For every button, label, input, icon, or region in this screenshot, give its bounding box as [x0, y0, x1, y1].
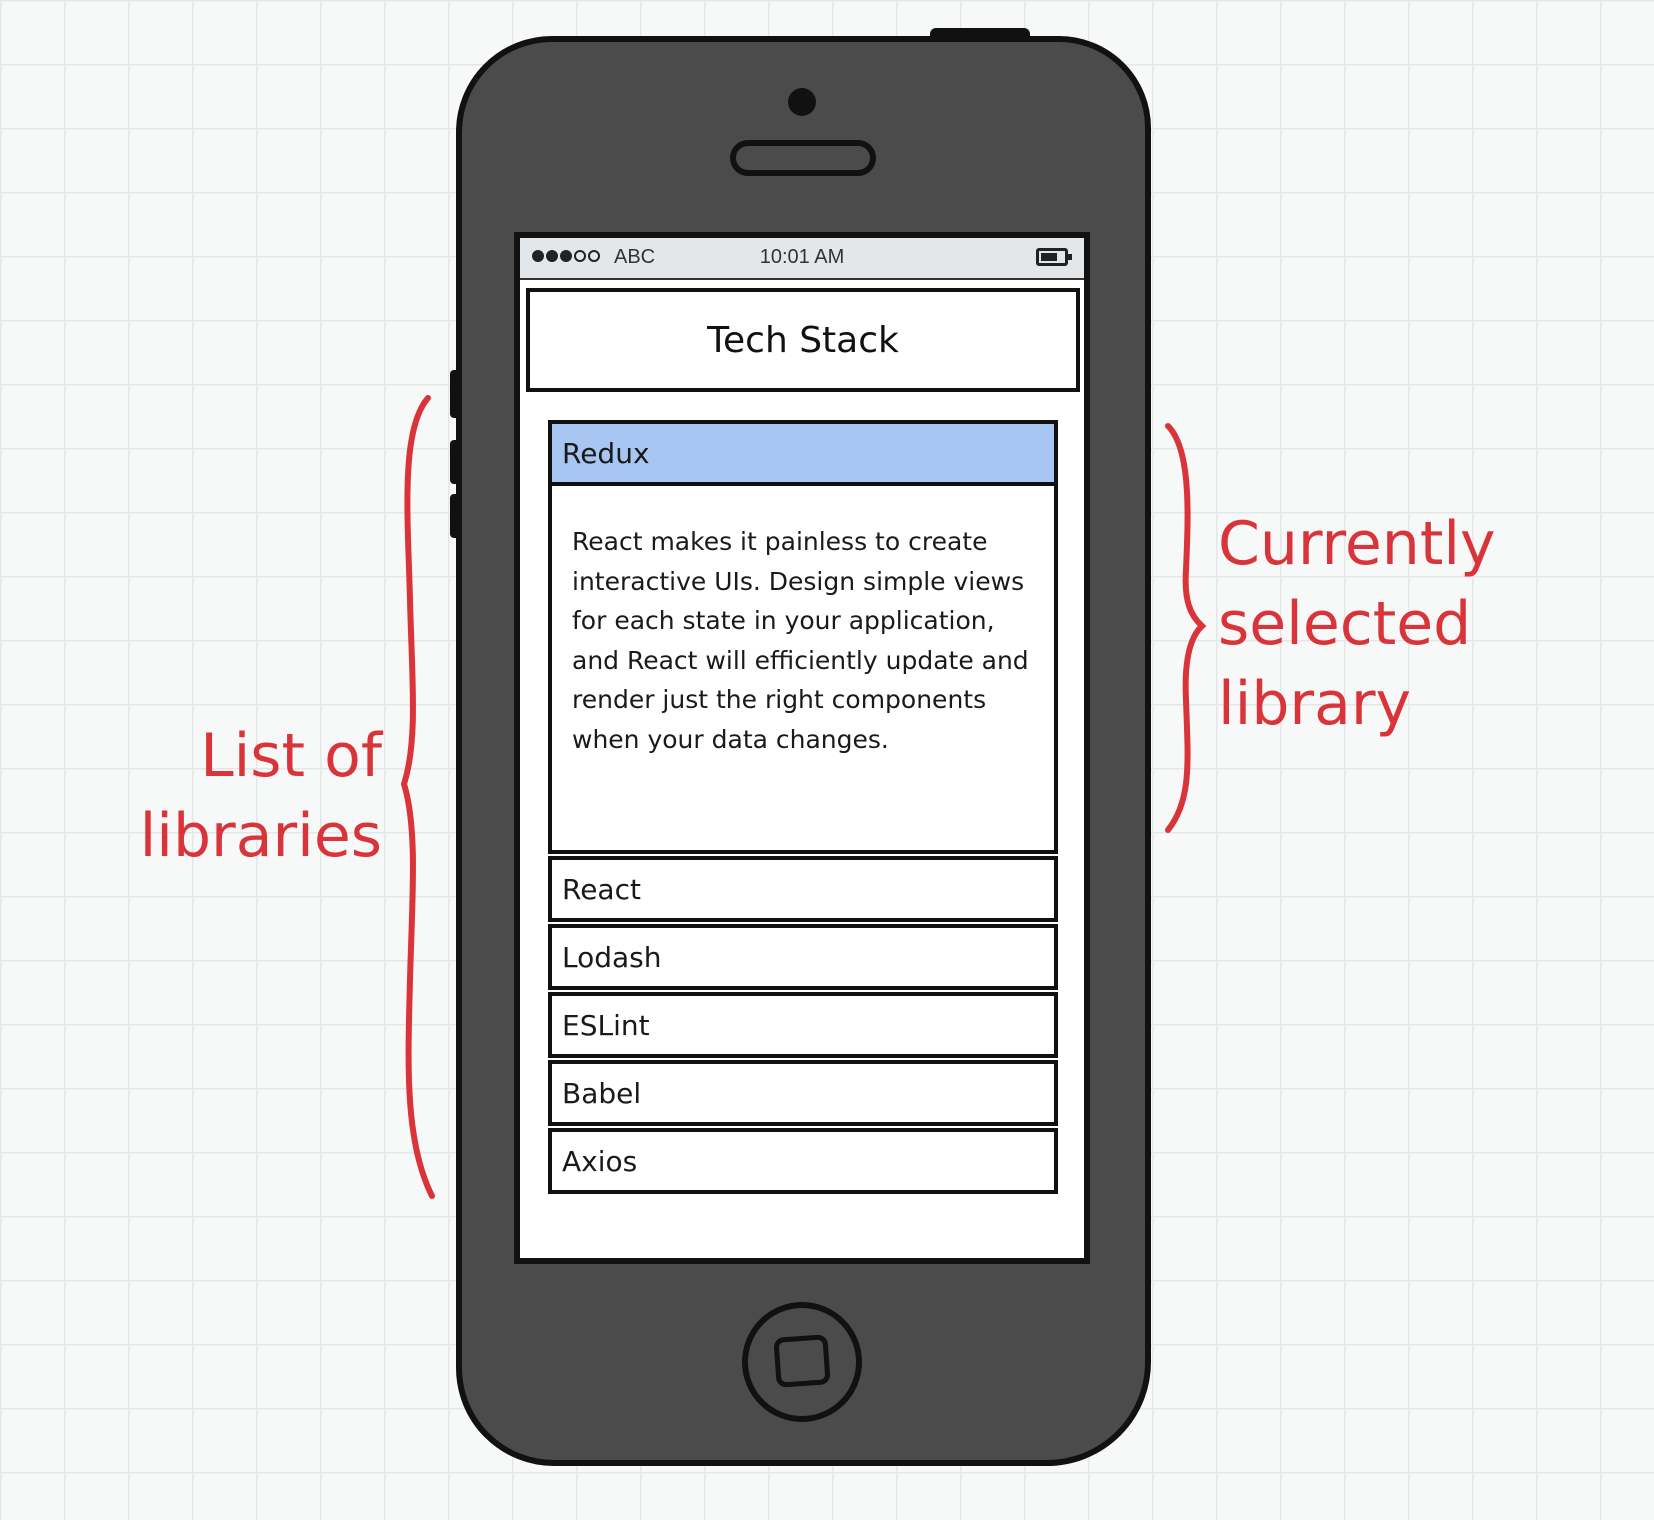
left-curly-brace [400, 395, 435, 1199]
right-curly-brace [1165, 423, 1207, 833]
wireframe-diagram: ABC 10:01 AM Tech Stack Redux React make… [0, 0, 1654, 1520]
annotation-currently-selected: Currently selected library [1218, 509, 1496, 739]
annotation-list-of-libraries: List of libraries [139, 721, 382, 871]
